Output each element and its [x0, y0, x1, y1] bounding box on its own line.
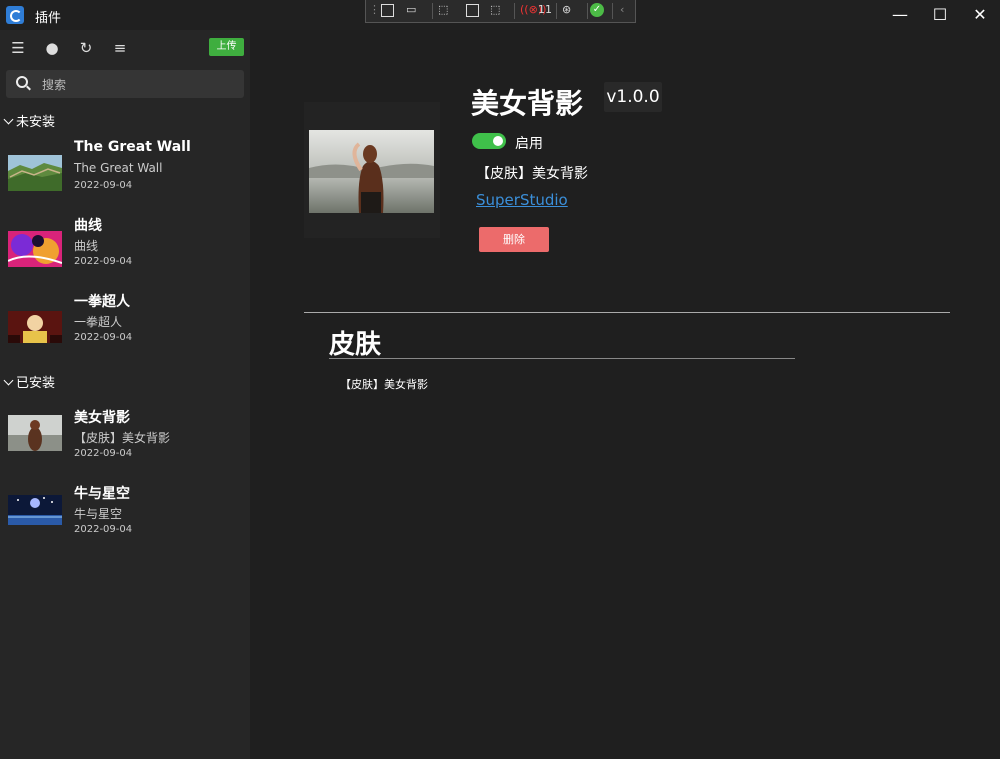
plugin-subtitle: 牛与星空 [74, 505, 122, 522]
chevron-down-icon [4, 376, 14, 386]
toolbar-divider [612, 3, 613, 19]
version-badge: v1.0.0 [604, 82, 662, 112]
toolbar-divider [556, 3, 557, 19]
close-button[interactable]: ✕ [960, 0, 1000, 30]
refresh-icon[interactable]: ↻ [77, 39, 95, 57]
track-focus-icon[interactable]: ⬚ [490, 3, 500, 18]
plugin-thumbnail [8, 311, 62, 343]
drag-handle-icon[interactable]: ⋮ [369, 3, 380, 18]
plugin-list-item[interactable]: The Great Wall The Great Wall 2022-09-04 [0, 138, 250, 210]
window-title: 插件 [35, 7, 61, 26]
plugin-list-item[interactable]: 曲线 曲线 2022-09-04 [0, 214, 250, 286]
plugin-title: The Great Wall [74, 139, 191, 155]
chevron-down-icon [4, 115, 14, 125]
plugin-cover-image [309, 130, 434, 213]
section-divider [329, 358, 795, 359]
enable-toggle[interactable] [472, 133, 506, 149]
plugin-date: 2022-09-04 [74, 180, 132, 191]
search-box [6, 70, 244, 98]
menu-icon[interactable]: ☰ [9, 39, 27, 57]
plugin-subtitle: 【皮肤】美女背影 [74, 429, 170, 446]
binding-failures-count: 11 [538, 3, 552, 18]
plugin-list-item[interactable]: 一拳超人 一拳超人 2022-09-04 [0, 290, 250, 362]
plugin-cover-frame [304, 102, 440, 238]
title-bar: 插件 ⋮ ▭ ⬚ ⬚ ((⊗)) 11 ⊛ ✓ ‹ — ☐ ✕ [0, 0, 1000, 30]
delete-button[interactable]: 删除 [479, 227, 549, 252]
sort-icon[interactable]: ≡ [111, 39, 129, 57]
enable-toggle-label: 启用 [515, 133, 543, 153]
plugin-description: 【皮肤】美女背影 [476, 163, 588, 183]
live-tree-icon[interactable] [381, 4, 394, 17]
author-link[interactable]: SuperStudio [476, 191, 568, 209]
plugin-thumbnail [8, 231, 62, 267]
section-heading: 皮肤 [329, 324, 381, 361]
select-element-icon[interactable]: ⬚ [438, 3, 448, 18]
plugin-detail-panel: 美女背影 v1.0.0 启用 【皮肤】美女背影 SuperStudio 删除 皮… [250, 30, 1000, 759]
plugin-date: 2022-09-04 [74, 448, 132, 459]
search-input[interactable] [40, 74, 234, 96]
upload-button[interactable]: 上传 [209, 38, 244, 56]
plugin-subtitle: The Great Wall [74, 161, 162, 175]
plugin-subtitle: 曲线 [74, 237, 98, 254]
sidebar: ☰ ● ↻ ≡ 上传 未安装 The Great Wall The Great … [0, 30, 250, 759]
section-header-not-installed[interactable]: 未安装 [4, 111, 55, 130]
plugin-title: 一拳超人 [74, 291, 130, 311]
plugin-thumbnail [8, 495, 62, 525]
app-logo-icon [6, 6, 24, 24]
plugin-thumbnail [8, 415, 62, 451]
plugin-list-item[interactable]: 牛与星空 牛与星空 2022-09-04 [0, 482, 250, 554]
collapse-toolbar-icon[interactable]: ‹ [620, 3, 624, 18]
plugin-date: 2022-09-04 [74, 256, 132, 267]
filter-icon[interactable]: ● [43, 39, 61, 57]
minimize-button[interactable]: — [880, 0, 920, 30]
plugin-title: 曲线 [74, 215, 102, 235]
plugin-title: 牛与星空 [74, 483, 130, 503]
plugin-thumbnail [8, 155, 62, 191]
maximize-button[interactable]: ☐ [920, 0, 960, 30]
plugin-date: 2022-09-04 [74, 524, 132, 535]
toolbar-divider [514, 3, 515, 19]
accessibility-check-icon[interactable]: ✓ [590, 3, 604, 17]
accessibility-icon[interactable]: ⊛ [562, 3, 571, 18]
plugin-list-item[interactable]: 美女背影 【皮肤】美女背影 2022-09-04 [0, 406, 250, 478]
display-layout-icon[interactable] [466, 4, 479, 17]
divider [304, 312, 950, 313]
plugin-name: 美女背影 [471, 82, 583, 122]
plugin-date: 2022-09-04 [74, 332, 132, 343]
toolbar-divider [432, 3, 433, 19]
video-icon[interactable]: ▭ [406, 3, 416, 18]
toolbar-divider [587, 3, 588, 19]
plugin-subtitle: 一拳超人 [74, 313, 122, 330]
devtools-toolbar: ⋮ ▭ ⬚ ⬚ ((⊗)) 11 ⊛ ✓ ‹ [365, 0, 636, 23]
section-body-text: 【皮肤】美女背影 [340, 376, 428, 392]
section-header-installed[interactable]: 已安装 [4, 372, 55, 391]
search-icon [16, 76, 28, 88]
plugin-title: 美女背影 [74, 407, 130, 427]
